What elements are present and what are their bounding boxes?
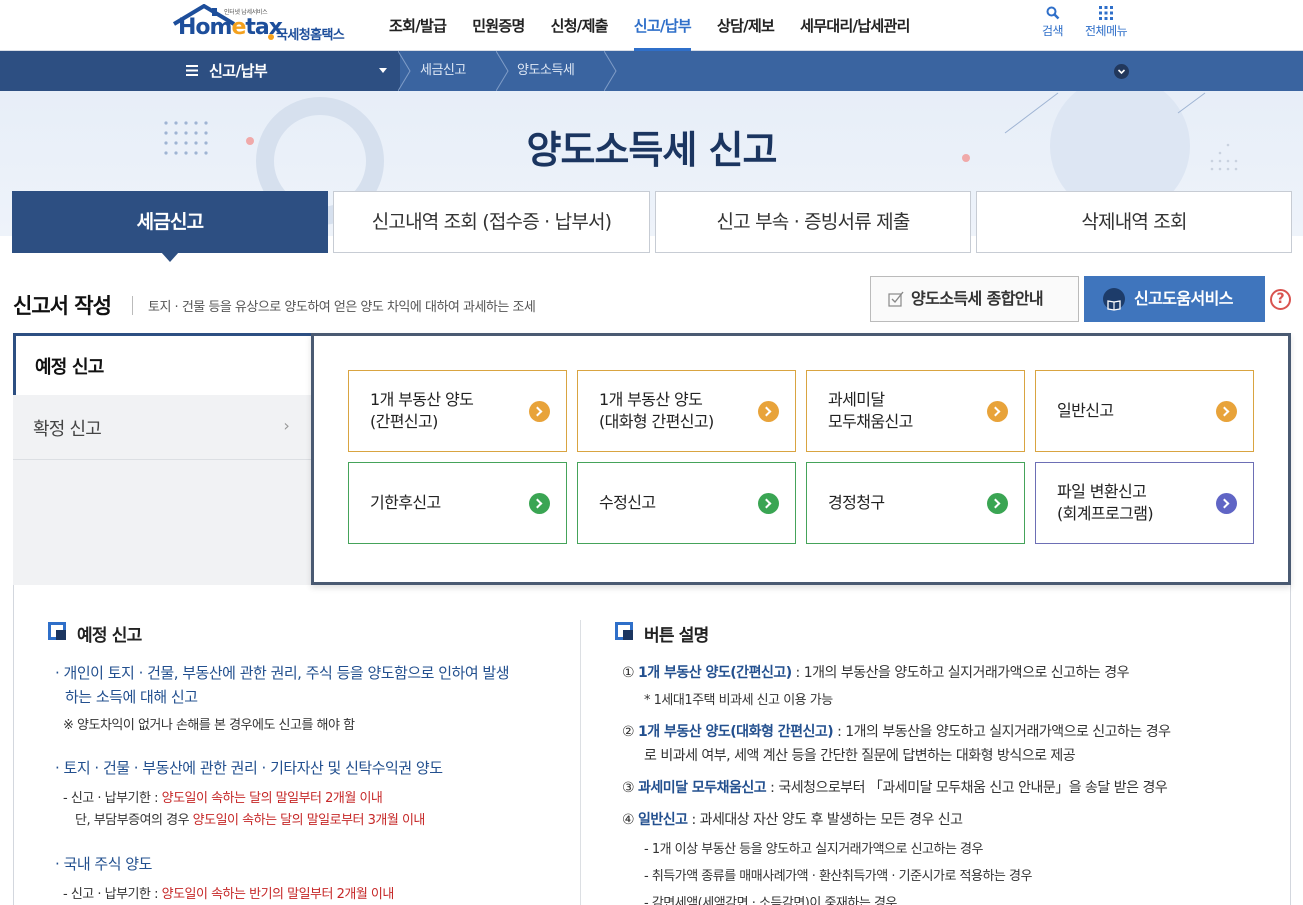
info-sub: - 감면세액(세액감면 · 소득감면)이 중재하는 경우: [644, 896, 897, 905]
breadcrumb-item-tax-report[interactable]: 세금신고: [420, 51, 466, 91]
search-label: 검색: [1042, 24, 1064, 38]
option-interactive-report[interactable]: 1개 부동산 양도 (대화형 간편신고): [577, 370, 796, 452]
option-correction-claim[interactable]: 경정청구: [806, 462, 1025, 544]
nav-tax-agent[interactable]: 세무대리/납세관리: [787, 0, 923, 51]
option-label: 기한후신고: [370, 493, 441, 512]
arrow-right-icon: [1216, 401, 1237, 422]
capital-gains-guide-button[interactable]: 양도소득세 종합안내: [870, 276, 1079, 322]
info-note: ※ 양도차익이 없거나 손해를 본 경우에도 신고를 해야 함: [63, 718, 355, 733]
help-question-icon[interactable]: ?: [1270, 289, 1291, 310]
info-deadline: 단, 부담부증여의 경우 양도일이 속하는 달의 말일로부터 3개월 이내: [75, 813, 425, 828]
option-label: 경정청구: [828, 493, 885, 512]
arrow-right-icon: [1216, 493, 1237, 514]
info-sub: - 1개 이상 부동산 등을 양도하고 실지거래가액으로 신고하는 경우: [644, 842, 983, 857]
breadcrumb-item-capital-gains[interactable]: 양도소득세: [517, 51, 575, 91]
section-title: 신고서 작성: [13, 294, 112, 318]
global-header: 인터넷 납세서비스 Hometax 국세청홈택스 조회/발급 민원증명 신청/제…: [0, 0, 1303, 51]
option-general-report[interactable]: 일반신고: [1035, 370, 1254, 452]
chevron-right-icon: [496, 51, 509, 91]
arrow-right-icon: [987, 493, 1008, 514]
chevron-down-icon: [1117, 69, 1126, 75]
arrow-right-icon: [758, 493, 779, 514]
caret-down-icon: [379, 68, 387, 73]
arrow-right-icon: [529, 401, 550, 422]
info-text: ① 1개 부동산 양도(간편신고) : 1개의 부동산을 양도하고 실지거래가액…: [622, 665, 1130, 681]
menu-dropdown[interactable]: [0, 51, 400, 91]
chevron-right-icon: ›: [283, 416, 289, 435]
sidebar-item-preliminary[interactable]: 예정 신고: [13, 333, 313, 395]
page-title: 양도소득세 신고: [526, 128, 778, 172]
info-text: · 토지 · 건물 · 부동산에 관한 권리 · 기타자산 및 신탁수익권 양도: [55, 759, 443, 777]
info-text: 하는 소득에 대해 신고: [65, 688, 198, 706]
chevron-right-icon: [604, 51, 617, 91]
info-text: · 국내 주식 양도: [55, 855, 152, 873]
info-text: ④ 일반신고 : 과세대상 자산 양도 후 발생하는 모든 경우 신고: [622, 812, 963, 828]
search-button[interactable]: 검색: [1042, 6, 1064, 39]
search-icon: [1046, 6, 1059, 20]
guide-button-label: 양도소득세 종합안내: [911, 289, 1044, 308]
nav-consult-report[interactable]: 상담/제보: [704, 0, 787, 51]
logo-brand: Hometax: [178, 15, 283, 40]
section-description: 토지 · 건물 등을 유상으로 양도하여 얻은 양도 차익에 대하여 과세하는 …: [132, 296, 536, 315]
help-button-label: 신고도움서비스: [1134, 289, 1233, 308]
option-label: 수정신고: [599, 493, 656, 512]
option-label: 일반신고: [1057, 401, 1114, 420]
option-prefilled-report[interactable]: 과세미달 모두채움신고: [806, 370, 1025, 452]
breadcrumb-expand-button[interactable]: [1114, 64, 1129, 79]
option-label: 과세미달 모두채움신고: [828, 390, 913, 431]
all-menu-button[interactable]: 전체메뉴: [1085, 6, 1128, 39]
chevron-right-icon: [398, 51, 411, 91]
nav-certificates[interactable]: 민원증명: [459, 0, 537, 51]
sidebar-item-final-label: 확정 신고: [33, 419, 102, 440]
sidebar-item-final[interactable]: 확정 신고 ›: [13, 395, 311, 460]
arrow-right-icon: [758, 401, 779, 422]
info-divider: [580, 620, 581, 905]
option-label: 1개 부동산 양도 (간편신고): [370, 390, 474, 431]
hometax-logo[interactable]: 인터넷 납세서비스 Hometax 국세청홈택스: [172, 4, 362, 48]
arrow-right-icon: [987, 401, 1008, 422]
breadcrumb-menu-title[interactable]: 신고/납부: [209, 51, 268, 91]
info-deadline: - 신고 · 납부기한 : 양도일이 속하는 달의 말일부터 2개월 이내: [63, 791, 383, 806]
tab-attachment-submit[interactable]: 신고 부속 · 증빙서류 제출: [655, 191, 971, 253]
all-menu-label: 전체메뉴: [1085, 24, 1128, 38]
global-nav: 조회/발급 민원증명 신청/제출 신고/납부 상담/제보 세무대리/납세관리: [376, 0, 923, 51]
info-text: · 개인이 토지 · 건물, 부동산에 관한 권리, 주식 등을 양도함으로 인…: [55, 664, 510, 682]
nav-apply-submit[interactable]: 신청/제출: [538, 0, 621, 51]
info-note: * 1세대1주택 비과세 신고 이용 가능: [644, 693, 833, 708]
hamburger-icon: [186, 65, 198, 76]
option-amended-report[interactable]: 수정신고: [577, 462, 796, 544]
arrow-right-icon: [529, 493, 550, 514]
logo-sub-text: 국세청홈택스: [276, 28, 345, 43]
logo-dot: [268, 34, 274, 40]
preliminary-info-heading: 예정 신고: [48, 621, 142, 646]
nav-inquiry[interactable]: 조회/발급: [376, 0, 459, 51]
option-late-report[interactable]: 기한후신고: [348, 462, 567, 544]
tab-report-history[interactable]: 신고내역 조회 (접수증 · 납부서): [333, 191, 650, 253]
checkbox-edit-icon: [888, 291, 904, 307]
option-simple-report[interactable]: 1개 부동산 양도 (간편신고): [348, 370, 567, 452]
report-help-service-button[interactable]: 신고도움서비스: [1084, 276, 1265, 322]
info-text: ③ 과세미달 모두채움신고 : 국세청으로부터 「과세미달 모두채움 신고 안내…: [622, 780, 1168, 796]
nav-report-pay[interactable]: 신고/납부: [621, 0, 704, 51]
square-bullet-icon: [615, 622, 633, 640]
grid-menu-icon: [1099, 6, 1114, 20]
info-text: 로 비과세 여부, 세액 계산 등을 간단한 질문에 답변하는 대화형 방식으로…: [644, 748, 1076, 764]
breadcrumb: 신고/납부 세금신고 양도소득세: [0, 51, 1303, 91]
info-sub: - 취득가액 종류를 매매사례가액 · 환산취득가액 · 기준시가로 적용하는 …: [644, 869, 1032, 884]
tab-deleted-history[interactable]: 삭제내역 조회: [976, 191, 1292, 253]
book-icon: [1103, 288, 1125, 311]
info-deadline: - 신고 · 납부기한 : 양도일이 속하는 반기의 말일부터 2개월 이내: [63, 887, 394, 902]
info-text: ② 1개 부동산 양도(대화형 간편신고) : 1개의 부동산을 양도하고 실지…: [622, 724, 1171, 740]
square-bullet-icon: [48, 622, 66, 640]
button-description-heading: 버튼 설명: [615, 621, 709, 646]
option-label: 1개 부동산 양도 (대화형 간편신고): [599, 390, 714, 431]
option-label: 파일 변환신고 (회계프로그램): [1057, 482, 1154, 523]
option-file-conversion-report[interactable]: 파일 변환신고 (회계프로그램): [1035, 462, 1254, 544]
tab-tax-report[interactable]: 세금신고: [12, 191, 328, 262]
